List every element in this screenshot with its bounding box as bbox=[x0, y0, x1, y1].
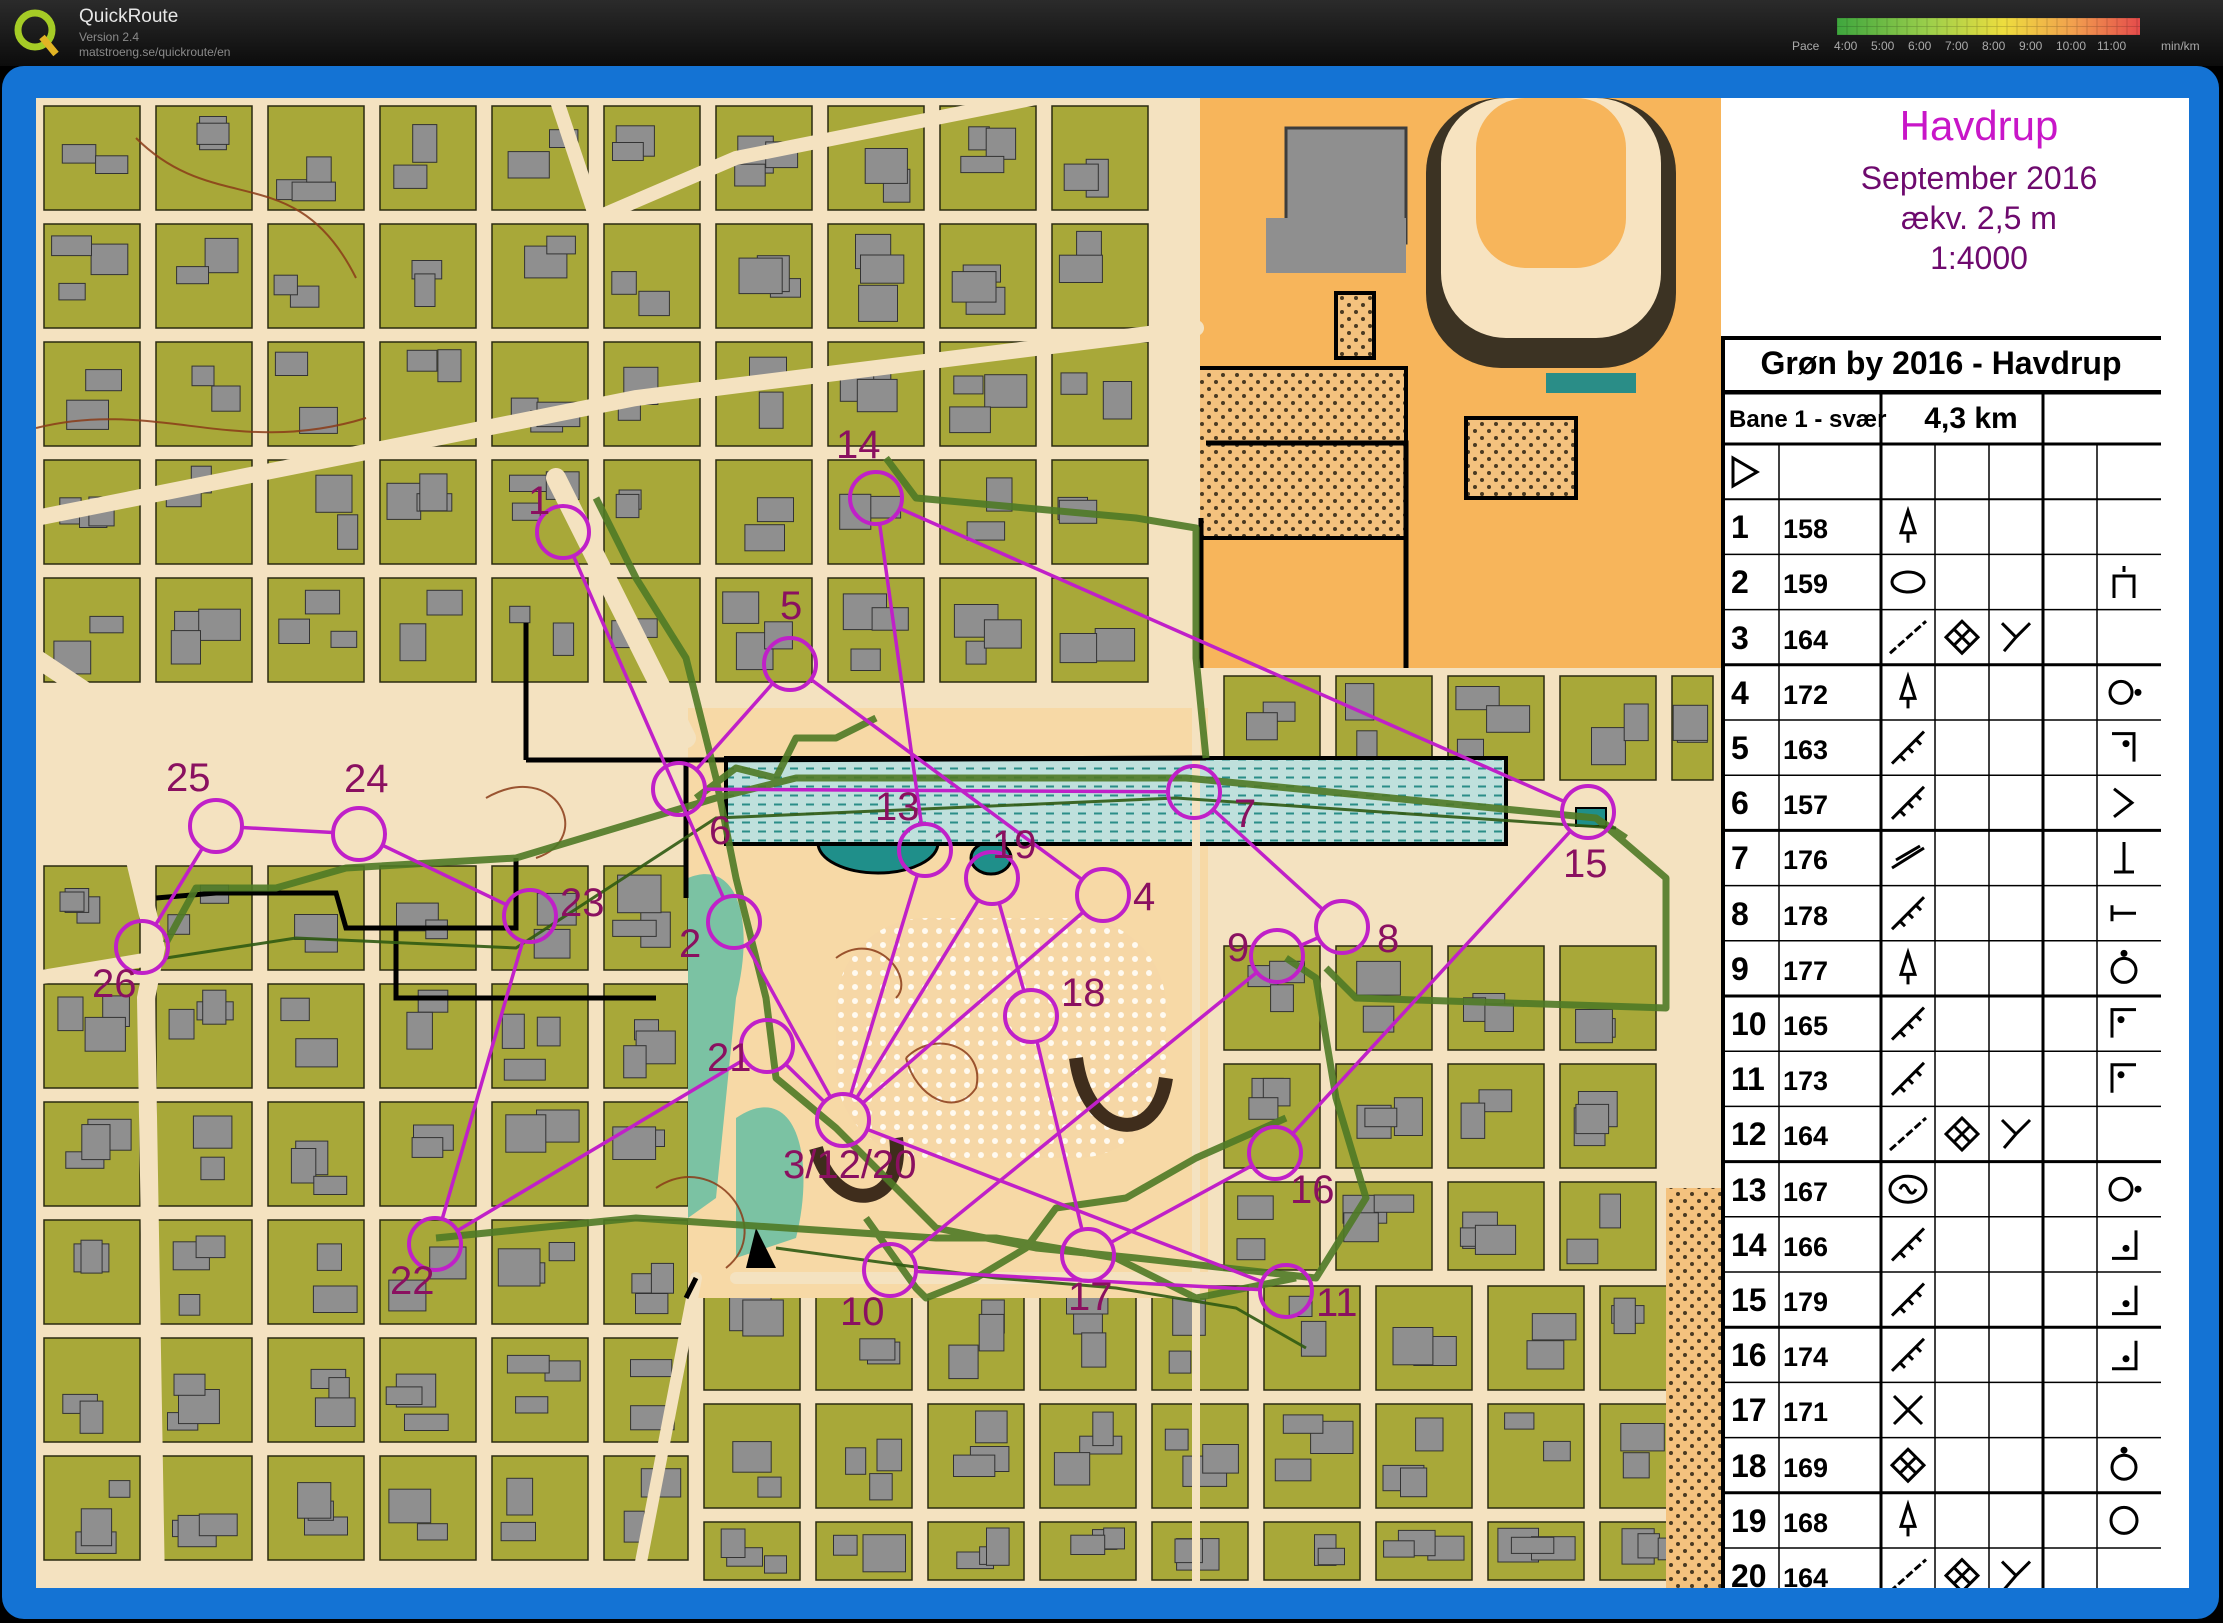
svg-text:1: 1 bbox=[528, 479, 550, 523]
row-code: 179 bbox=[1783, 1287, 1829, 1317]
pace-label: Pace bbox=[1792, 39, 1820, 53]
row-number: 17 bbox=[1731, 1392, 1767, 1429]
row-number: 8 bbox=[1731, 895, 1749, 932]
svg-text:17: 17 bbox=[1068, 1275, 1113, 1319]
row-number: 12 bbox=[1731, 1116, 1767, 1153]
row-number: 16 bbox=[1731, 1337, 1767, 1374]
row-code: 177 bbox=[1783, 955, 1829, 986]
pace-tick-4: 8:00 bbox=[1982, 39, 2006, 53]
app-url: matstroeng.se/quickroute/en bbox=[79, 45, 231, 59]
row-code: 164 bbox=[1783, 1563, 1829, 1588]
pace-tick-2: 6:00 bbox=[1908, 39, 1932, 53]
svg-text:10: 10 bbox=[840, 1290, 885, 1334]
svg-text:3/12/20: 3/12/20 bbox=[783, 1143, 916, 1187]
row-code: 164 bbox=[1783, 1121, 1829, 1152]
svg-text:6: 6 bbox=[709, 809, 731, 853]
row-number: 15 bbox=[1731, 1282, 1767, 1318]
map-legend-panel: Havdrup September 2016 ækv. 2,5 m 1:4000… bbox=[1721, 98, 2189, 1588]
svg-text:26: 26 bbox=[92, 962, 137, 1006]
row-number: 5 bbox=[1731, 730, 1749, 766]
svg-text:18: 18 bbox=[1061, 971, 1106, 1015]
row-code: 157 bbox=[1783, 790, 1829, 821]
row-code: 168 bbox=[1783, 1507, 1829, 1538]
svg-text:16: 16 bbox=[1290, 1168, 1335, 1212]
course-name: Bane 1 - svær bbox=[1729, 406, 1887, 433]
row-code: 159 bbox=[1783, 569, 1829, 600]
map-canvas[interactable]: 1 2 3/12/20 4 5 6 7 8 9 10 11 13 14 15 16 17 18 19 21 22 23 2… bbox=[36, 98, 1721, 1588]
row-number: 9 bbox=[1731, 950, 1749, 987]
pace-color-scale bbox=[1837, 18, 2140, 35]
row-code: 165 bbox=[1783, 1011, 1829, 1041]
row-number: 2 bbox=[1731, 564, 1749, 601]
row-code: 176 bbox=[1783, 845, 1829, 876]
app-name: QuickRoute bbox=[79, 6, 179, 27]
pace-tick-1: 5:00 bbox=[1871, 39, 1895, 53]
pace-tick-6: 10:00 bbox=[2056, 39, 2087, 53]
pace-tick-5: 9:00 bbox=[2019, 39, 2043, 53]
row-code: 173 bbox=[1783, 1066, 1829, 1097]
row-code: 164 bbox=[1783, 624, 1829, 655]
svg-text:5: 5 bbox=[780, 584, 802, 628]
row-code: 171 bbox=[1783, 1397, 1829, 1428]
row-number: 11 bbox=[1731, 1061, 1765, 1098]
row-number: 10 bbox=[1731, 1006, 1767, 1042]
event-date: September 2016 bbox=[1860, 160, 2098, 196]
pace-tick-3: 7:00 bbox=[1945, 39, 1969, 53]
row-code: 163 bbox=[1783, 735, 1829, 765]
svg-text:8: 8 bbox=[1377, 917, 1399, 961]
row-code: 167 bbox=[1783, 1176, 1829, 1207]
svg-text:11: 11 bbox=[1316, 1281, 1358, 1325]
row-number: 13 bbox=[1731, 1171, 1767, 1208]
row-number: 19 bbox=[1731, 1502, 1767, 1539]
row-number: 18 bbox=[1731, 1447, 1767, 1484]
svg-text:23: 23 bbox=[560, 881, 605, 925]
svg-text:21: 21 bbox=[707, 1036, 752, 1080]
row-number: 20 bbox=[1731, 1558, 1767, 1588]
row-code: 178 bbox=[1783, 900, 1829, 931]
svg-text:19: 19 bbox=[992, 823, 1037, 867]
svg-text:13: 13 bbox=[875, 785, 920, 829]
svg-text:24: 24 bbox=[344, 757, 389, 801]
row-number: 1 bbox=[1731, 509, 1749, 546]
pace-tick-7: 11:00 bbox=[2097, 39, 2127, 53]
row-number: 6 bbox=[1731, 785, 1749, 822]
map-scale: 1:4000 bbox=[1930, 240, 2028, 276]
pace-tick-0: 4:00 bbox=[1834, 39, 1858, 53]
row-code: 169 bbox=[1783, 1452, 1829, 1483]
title-bar: QuickRoute Version 2.4 matstroeng.se/qui… bbox=[0, 0, 2223, 66]
pace-unit: min/km bbox=[2161, 39, 2200, 53]
row-code: 172 bbox=[1783, 679, 1829, 710]
row-code: 158 bbox=[1783, 514, 1829, 545]
contour-interval: ækv. 2,5 m bbox=[1901, 200, 2057, 236]
svg-text:22: 22 bbox=[390, 1259, 435, 1303]
row-number: 3 bbox=[1731, 619, 1749, 656]
card-title: Grøn by 2016 - Havdrup bbox=[1721, 336, 2161, 393]
course-length: 4,3 km bbox=[1924, 402, 2018, 435]
row-number: 7 bbox=[1731, 840, 1749, 877]
svg-text:25: 25 bbox=[166, 756, 211, 800]
app-version: Version 2.4 bbox=[79, 30, 140, 44]
quickroute-logo-icon bbox=[14, 9, 59, 57]
row-code: 166 bbox=[1783, 1231, 1829, 1262]
pace-tick-labels: 4:00 5:00 6:00 7:00 8:00 9:00 10:00 11:00 bbox=[1834, 39, 2154, 55]
svg-text:7: 7 bbox=[1234, 792, 1256, 836]
row-number: 4 bbox=[1731, 674, 1749, 711]
row-number: 14 bbox=[1731, 1226, 1767, 1263]
svg-text:15: 15 bbox=[1563, 842, 1608, 886]
orienteering-map[interactable]: 1 2 3/12/20 4 5 6 7 8 9 10 11 13 14 15 16 17 18 19 21 22 23 2… bbox=[36, 98, 1721, 1588]
svg-text:14: 14 bbox=[836, 423, 881, 467]
event-title: Havdrup bbox=[1899, 102, 2059, 149]
svg-text:9: 9 bbox=[1227, 926, 1249, 970]
svg-text:4: 4 bbox=[1133, 875, 1155, 919]
row-code: 174 bbox=[1783, 1342, 1829, 1373]
svg-text:2: 2 bbox=[679, 922, 701, 966]
